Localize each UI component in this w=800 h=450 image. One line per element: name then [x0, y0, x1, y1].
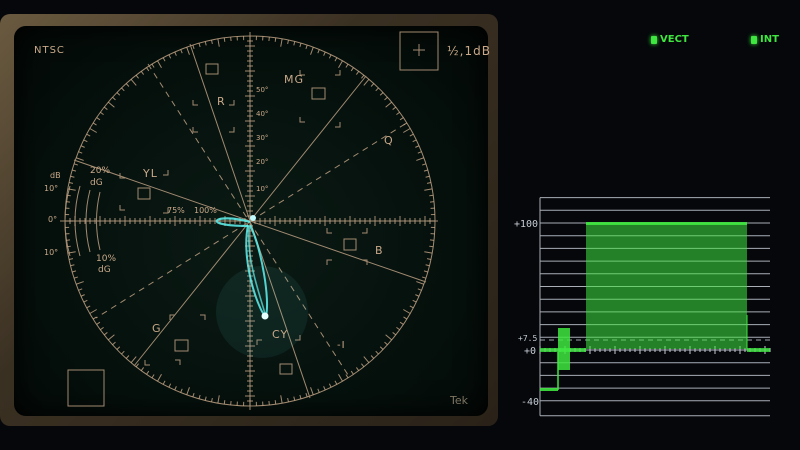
wfm-label-7-5: +7.5: [518, 334, 538, 343]
waveform-sync-tip: [540, 388, 558, 391]
wfm-label-100: +100: [514, 219, 539, 230]
waveform-monitor: [539, 197, 771, 417]
wfm-label-minus-40: -40: [521, 397, 540, 408]
monitor-display: NTSC ½,1dB R MG Q B -I CY G YL 75% 100% …: [0, 0, 800, 450]
wfm-label-0: +0: [524, 346, 537, 357]
waveform-active-top-edge: [586, 222, 747, 225]
waveform-blanking-right: [747, 348, 770, 352]
waveform-active-video: [586, 223, 747, 349]
waveform-blanking-left: [540, 348, 586, 352]
waveform-trace: [540, 222, 770, 391]
